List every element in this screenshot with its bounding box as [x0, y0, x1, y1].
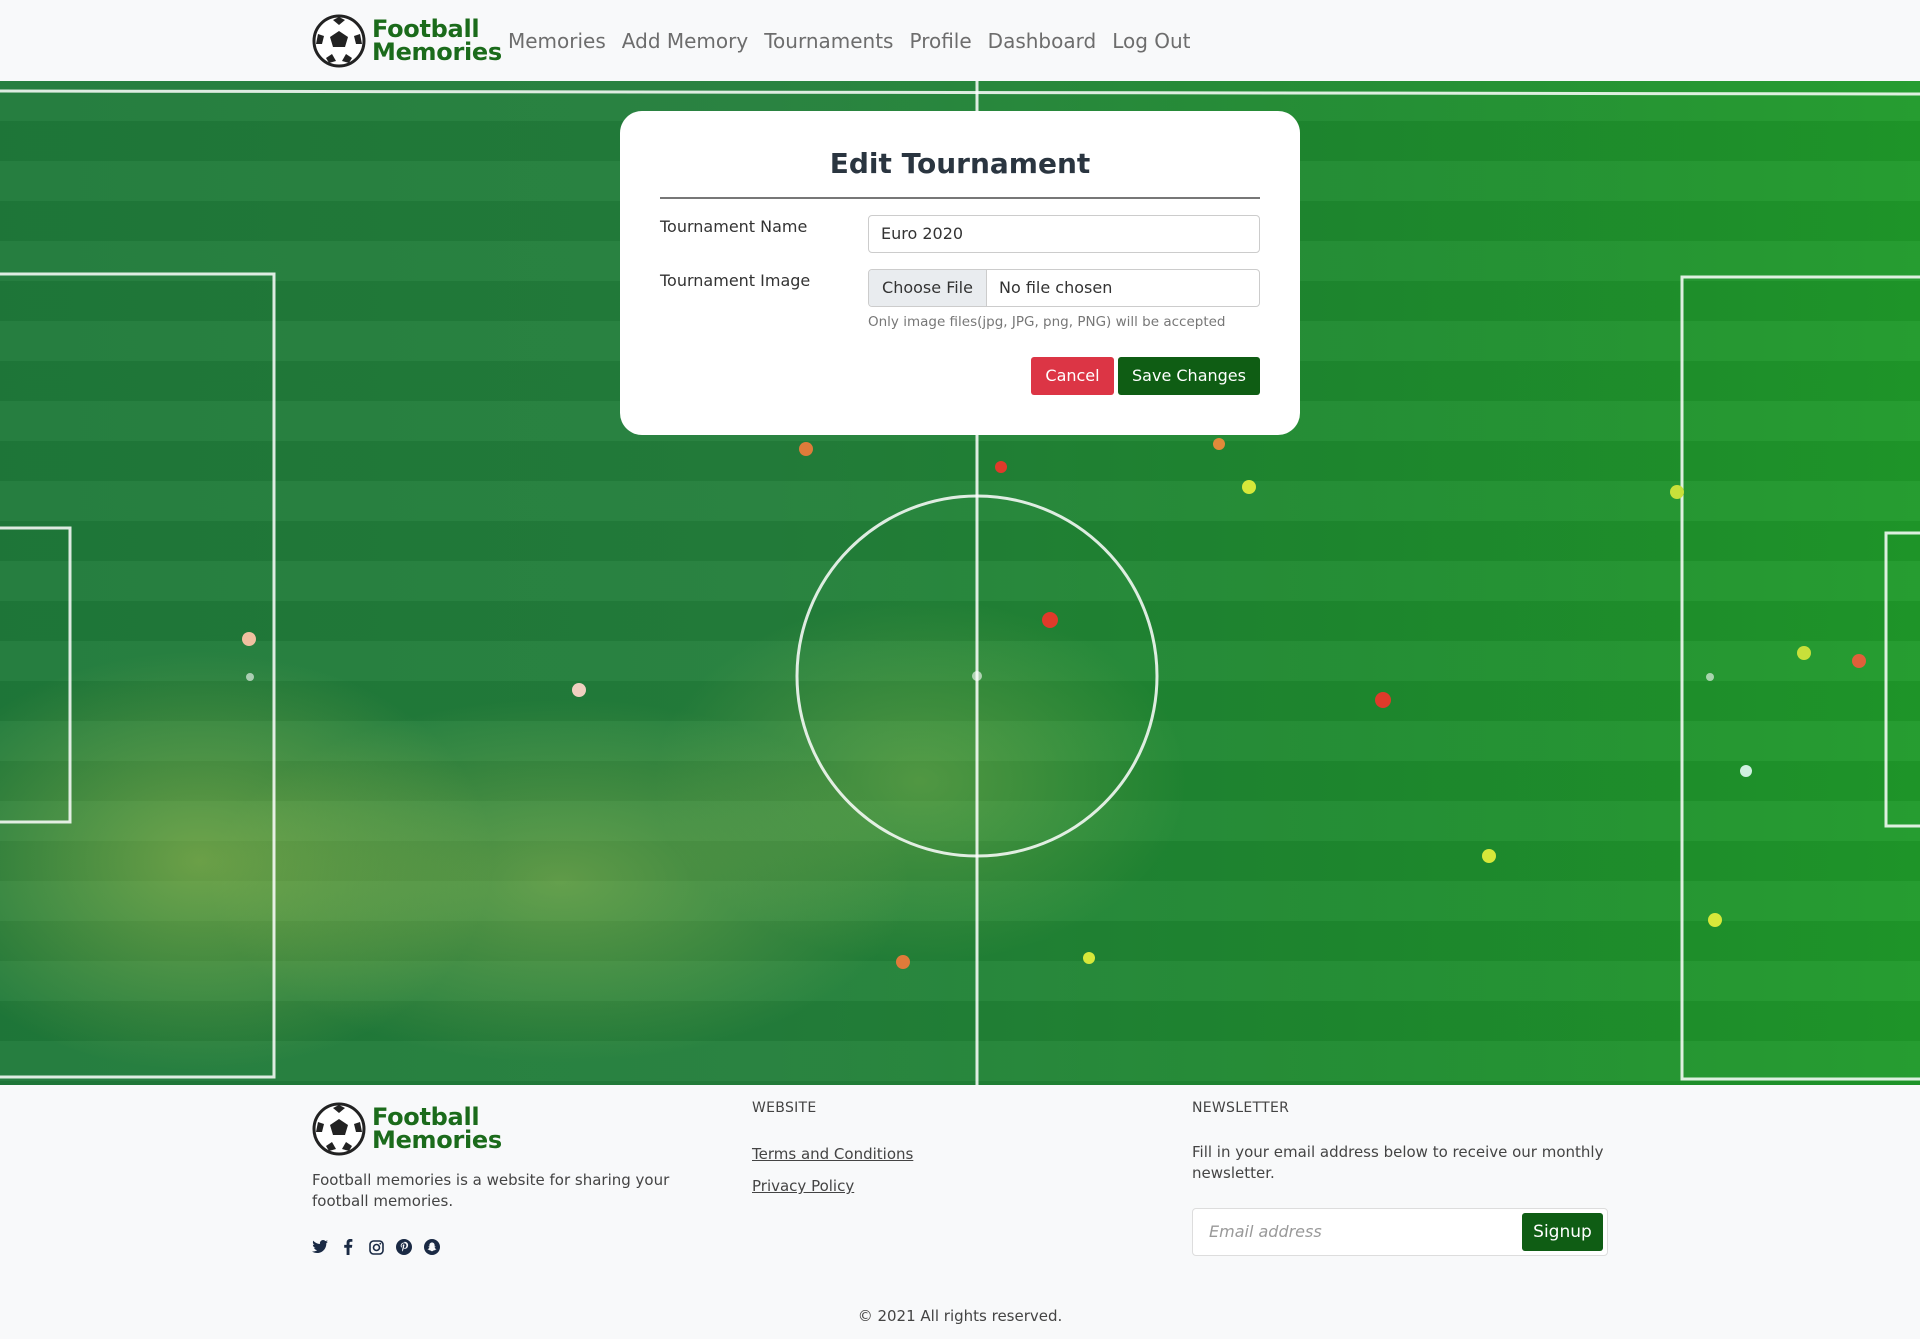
- cancel-button[interactable]: Cancel: [1031, 357, 1114, 395]
- brand-line2: Memories: [372, 38, 502, 66]
- navbar: Football Memories Memories Add Memory To…: [0, 0, 1920, 81]
- newsletter-heading: NEWSLETTER: [1192, 1100, 1290, 1116]
- footer: Football Memories Football memories is a…: [0, 1085, 1920, 1339]
- nav-profile[interactable]: Profile: [909, 24, 971, 58]
- file-hint: Only image files(jpg, JPG, png, PNG) wil…: [868, 314, 1226, 330]
- title-divider: [660, 197, 1260, 199]
- email-input[interactable]: Email address: [1209, 1209, 1322, 1255]
- privacy-link[interactable]: Privacy Policy: [752, 1177, 854, 1195]
- tournament-image-file-input[interactable]: Choose File No file chosen: [868, 269, 1260, 307]
- players: [242, 438, 1866, 969]
- tournament-name-label: Tournament Name: [660, 217, 808, 236]
- nav-dashboard[interactable]: Dashboard: [988, 24, 1097, 58]
- tournament-name-input[interactable]: Euro 2020: [868, 215, 1260, 253]
- brand-logo[interactable]: Football Memories: [312, 13, 502, 69]
- footer-brand-line2: Memories: [372, 1126, 502, 1154]
- copyright: © 2021 All rights reserved.: [857, 1307, 1063, 1325]
- newsletter-form: Email address Signup: [1192, 1208, 1608, 1256]
- edit-tournament-card: Edit Tournament Tournament Name Euro 202…: [620, 111, 1300, 435]
- main-nav: Memories Add Memory Tournaments Profile …: [508, 24, 1207, 58]
- pinterest-icon[interactable]: [396, 1239, 412, 1255]
- social-links: [312, 1239, 440, 1255]
- twitter-icon[interactable]: [312, 1239, 328, 1255]
- facebook-icon[interactable]: [340, 1239, 356, 1255]
- footer-brand-logo[interactable]: Football Memories: [312, 1102, 502, 1156]
- save-changes-button[interactable]: Save Changes: [1118, 357, 1260, 395]
- brand-name: Football Memories: [372, 17, 502, 66]
- nav-tournaments[interactable]: Tournaments: [764, 24, 893, 58]
- instagram-icon[interactable]: [368, 1239, 384, 1255]
- website-heading: WEBSITE: [752, 1100, 817, 1116]
- choose-file-button[interactable]: Choose File: [869, 270, 987, 306]
- terms-link[interactable]: Terms and Conditions: [752, 1145, 913, 1163]
- footer-brand-name: Football Memories: [372, 1105, 502, 1154]
- snapchat-icon[interactable]: [424, 1239, 440, 1255]
- footer-description: Football memories is a website for shari…: [312, 1171, 670, 1210]
- nav-add-memory[interactable]: Add Memory: [622, 24, 748, 58]
- soccer-ball-icon: [312, 1102, 366, 1156]
- file-status: No file chosen: [999, 278, 1113, 297]
- newsletter-text: Fill in your email address below to rece…: [1192, 1143, 1604, 1182]
- soccer-ball-icon: [312, 14, 366, 68]
- nav-log-out[interactable]: Log Out: [1112, 24, 1190, 58]
- tournament-image-label: Tournament Image: [660, 271, 811, 290]
- nav-memories[interactable]: Memories: [508, 24, 606, 58]
- signup-button[interactable]: Signup: [1522, 1213, 1603, 1251]
- card-title: Edit Tournament: [829, 147, 1091, 180]
